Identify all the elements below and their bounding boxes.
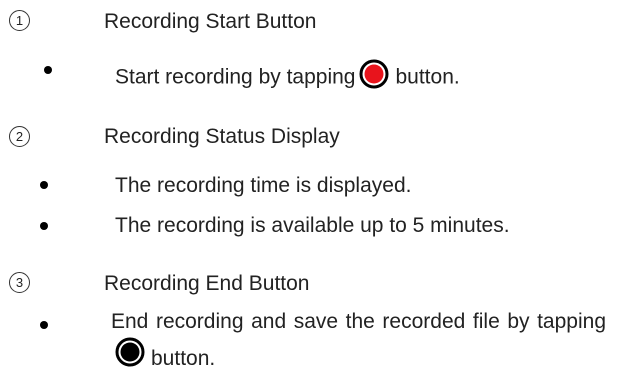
bullet-dot [44,66,52,74]
section-title-recording-end-button: Recording End Button [104,272,310,295]
bullet-text-before: Start recording by tapping [115,65,356,89]
list-item-end-recording: End recording and save the recorded file… [111,304,606,380]
list-item-recording-limit: The recording is available up to 5 minut… [115,214,510,237]
record-start-icon [359,59,389,93]
bullet-dot [40,181,48,189]
bullet-text-after: button. [151,347,216,371]
section-number-3: 3 [9,272,30,293]
section-number-2: 2 [9,126,30,147]
section-title-recording-start-button: Recording Start Button [104,10,317,33]
bullet-dot [40,222,48,230]
bullet-text-before: End recording and save the recorded file… [111,310,606,333]
list-item-recording-time: The recording time is displayed. [115,174,412,197]
record-stop-icon [115,337,145,378]
list-item-start-recording: Start recording by tapping button. [115,59,460,95]
section-number-1: 1 [9,10,30,31]
bullet-dot [40,321,48,329]
section-title-recording-status-display: Recording Status Display [104,125,340,148]
bullet-text-after: button. [395,65,460,89]
